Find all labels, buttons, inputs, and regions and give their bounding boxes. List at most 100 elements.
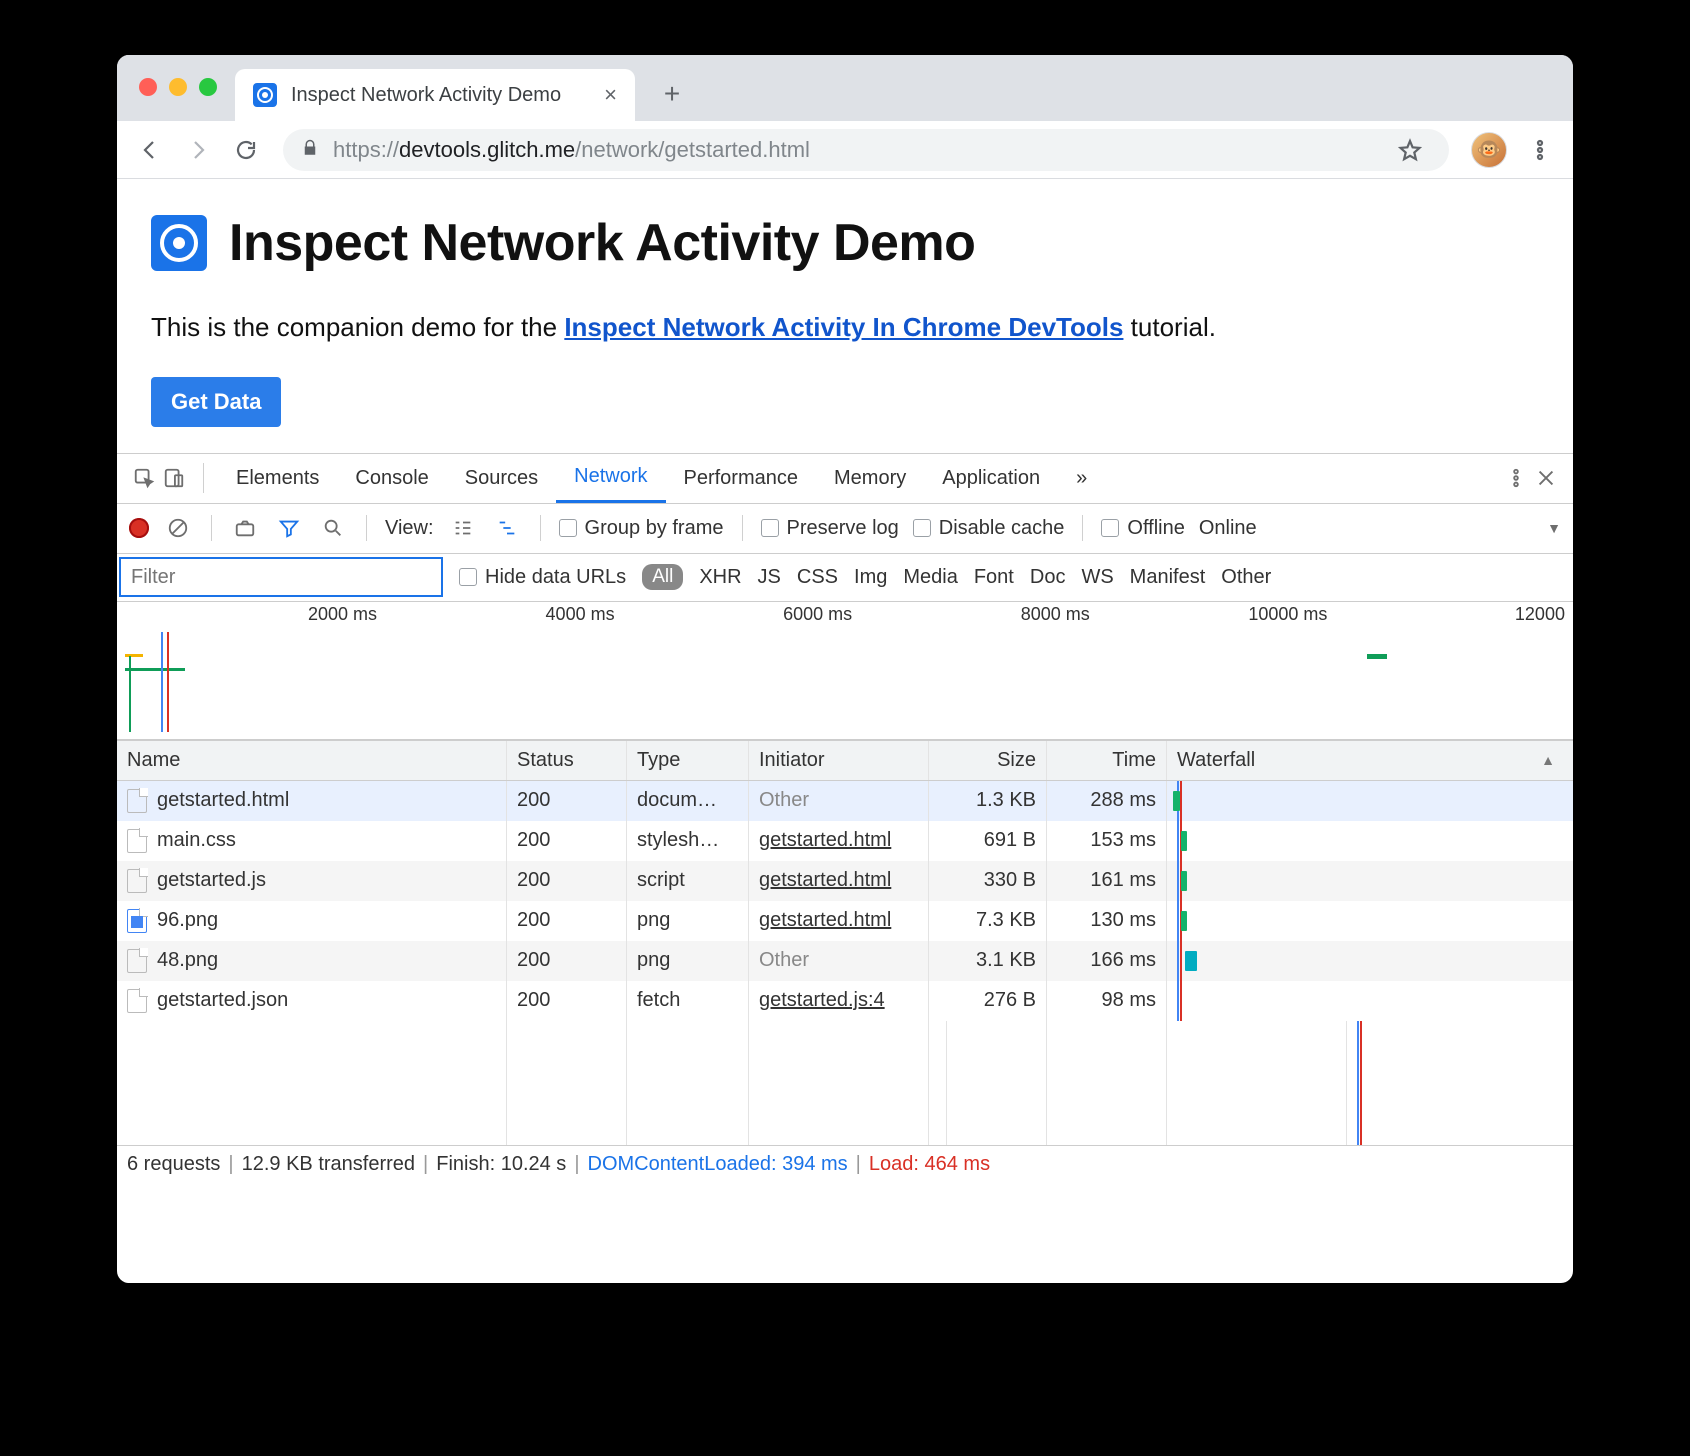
search-icon[interactable]: [318, 513, 348, 543]
table-row[interactable]: 96.png200pnggetstarted.html7.3 KB130 ms: [117, 901, 1573, 941]
large-rows-icon[interactable]: [448, 513, 478, 543]
cell-size: 330 B: [929, 861, 1047, 901]
status-dcl: DOMContentLoaded: 394 ms: [588, 1153, 848, 1176]
window-controls: [139, 78, 217, 96]
timeline-tick: 10000 ms: [1207, 604, 1327, 625]
network-status-bar: 6 requests| 12.9 KB transferred| Finish:…: [117, 1145, 1573, 1183]
timeline-tick: 4000 ms: [495, 604, 615, 625]
devtools-tab-application[interactable]: Application: [924, 453, 1058, 503]
cell-type: docum…: [627, 781, 749, 821]
col-type: Type: [627, 741, 749, 780]
profile-avatar[interactable]: 🐵: [1471, 132, 1507, 168]
timeline-overview[interactable]: 2000 ms4000 ms6000 ms8000 ms10000 ms1200…: [117, 602, 1573, 740]
close-window-icon[interactable]: [139, 78, 157, 96]
throttling-dropdown-icon[interactable]: ▼: [1547, 520, 1561, 536]
cell-initiator[interactable]: getstarted.js:4: [749, 981, 929, 1021]
filter-type-doc[interactable]: Doc: [1030, 566, 1066, 589]
browser-menu-icon[interactable]: [1519, 129, 1561, 171]
table-row[interactable]: getstarted.html200docum…Other1.3 KB288 m…: [117, 781, 1573, 821]
address-bar[interactable]: https://devtools.glitch.me/network/getst…: [283, 129, 1449, 171]
throttling-select[interactable]: Online: [1199, 517, 1257, 540]
cell-initiator[interactable]: getstarted.html: [749, 821, 929, 861]
page-logo-icon: [151, 215, 207, 271]
offline-checkbox[interactable]: Offline: [1101, 517, 1184, 540]
browser-tab[interactable]: Inspect Network Activity Demo ×: [235, 69, 635, 121]
filter-type-all[interactable]: All: [642, 564, 683, 590]
cell-status: 200: [507, 981, 627, 1021]
bookmark-icon[interactable]: [1389, 129, 1431, 171]
sort-icon[interactable]: ▲: [1541, 752, 1563, 768]
filter-type-css[interactable]: CSS: [797, 566, 838, 589]
filter-toggle-icon[interactable]: [274, 513, 304, 543]
devtools-close-icon[interactable]: [1531, 463, 1561, 493]
tutorial-link[interactable]: Inspect Network Activity In Chrome DevTo…: [564, 312, 1123, 342]
disable-cache-checkbox[interactable]: Disable cache: [913, 517, 1065, 540]
timeline-tick: 12000: [1445, 604, 1565, 625]
cell-time: 288 ms: [1047, 781, 1167, 821]
devtools-tab-elements[interactable]: Elements: [218, 453, 337, 503]
filter-type-js[interactable]: JS: [758, 566, 781, 589]
col-time: Time: [1047, 741, 1167, 780]
cell-initiator[interactable]: getstarted.html: [749, 861, 929, 901]
preserve-log-checkbox[interactable]: Preserve log: [761, 517, 899, 540]
view-label: View:: [385, 517, 434, 540]
status-finish: Finish: 10.24 s: [436, 1153, 566, 1176]
filter-type-xhr[interactable]: XHR: [699, 566, 741, 589]
table-row[interactable]: getstarted.json200fetchgetstarted.js:427…: [117, 981, 1573, 1021]
devtools-tab-sources[interactable]: Sources: [447, 453, 556, 503]
filter-type-font[interactable]: Font: [974, 566, 1014, 589]
back-button[interactable]: [129, 129, 171, 171]
filter-type-ws[interactable]: WS: [1081, 566, 1113, 589]
table-row[interactable]: getstarted.js200scriptgetstarted.html330…: [117, 861, 1573, 901]
page-body: This is the companion demo for the Inspe…: [151, 309, 1539, 347]
timeline-tick: 8000 ms: [970, 604, 1090, 625]
filter-input[interactable]: [119, 557, 443, 597]
cell-initiator[interactable]: getstarted.html: [749, 901, 929, 941]
devtools-menu-icon[interactable]: [1501, 463, 1531, 493]
filter-type-other[interactable]: Other: [1221, 566, 1271, 589]
devtools-tab-performance[interactable]: Performance: [666, 453, 817, 503]
maximize-window-icon[interactable]: [199, 78, 217, 96]
cell-type: fetch: [627, 981, 749, 1021]
reload-button[interactable]: [225, 129, 267, 171]
cell-name: getstarted.js: [157, 869, 266, 892]
cell-waterfall: [1167, 941, 1573, 981]
devtools-tab-network[interactable]: Network: [556, 453, 665, 503]
minimize-window-icon[interactable]: [169, 78, 187, 96]
col-status: Status: [507, 741, 627, 780]
table-header[interactable]: Name Status Type Initiator Size Time Wat…: [117, 741, 1573, 781]
cell-waterfall: [1167, 981, 1573, 1021]
browser-window: Inspect Network Activity Demo × + https:…: [117, 55, 1573, 1283]
new-tab-button[interactable]: +: [651, 73, 693, 115]
waterfall-view-icon[interactable]: [492, 513, 522, 543]
filter-row: Hide data URLs All XHR JS CSS Img Media Font Do…: [117, 554, 1573, 602]
devtools-tab-memory[interactable]: Memory: [816, 453, 924, 503]
cell-size: 691 B: [929, 821, 1047, 861]
table-row[interactable]: main.css200stylesh…getstarted.html691 B1…: [117, 821, 1573, 861]
table-row[interactable]: 48.png200pngOther3.1 KB166 ms: [117, 941, 1573, 981]
devtools-tab-console[interactable]: Console: [337, 453, 446, 503]
col-name: Name: [117, 741, 507, 780]
capture-screenshot-icon[interactable]: [230, 513, 260, 543]
tab-close-icon[interactable]: ×: [604, 82, 617, 108]
file-icon: [127, 829, 147, 853]
devtools-tabs-overflow[interactable]: »: [1058, 453, 1105, 503]
cell-type: script: [627, 861, 749, 901]
inspect-element-icon[interactable]: [129, 463, 159, 493]
get-data-button[interactable]: Get Data: [151, 377, 281, 427]
cell-size: 276 B: [929, 981, 1047, 1021]
record-button[interactable]: [129, 518, 149, 538]
cell-status: 200: [507, 901, 627, 941]
browser-toolbar: https://devtools.glitch.me/network/getst…: [117, 121, 1573, 179]
cell-name: main.css: [157, 829, 236, 852]
filter-type-media[interactable]: Media: [903, 566, 957, 589]
group-by-frame-checkbox[interactable]: Group by frame: [559, 517, 724, 540]
filter-type-manifest[interactable]: Manifest: [1130, 566, 1206, 589]
hide-data-urls-checkbox[interactable]: Hide data URLs: [459, 566, 626, 589]
device-toggle-icon[interactable]: [159, 463, 189, 493]
cell-name: getstarted.html: [157, 789, 289, 812]
filter-type-img[interactable]: Img: [854, 566, 887, 589]
cell-name: 96.png: [157, 909, 218, 932]
clear-icon[interactable]: [163, 513, 193, 543]
forward-button[interactable]: [177, 129, 219, 171]
